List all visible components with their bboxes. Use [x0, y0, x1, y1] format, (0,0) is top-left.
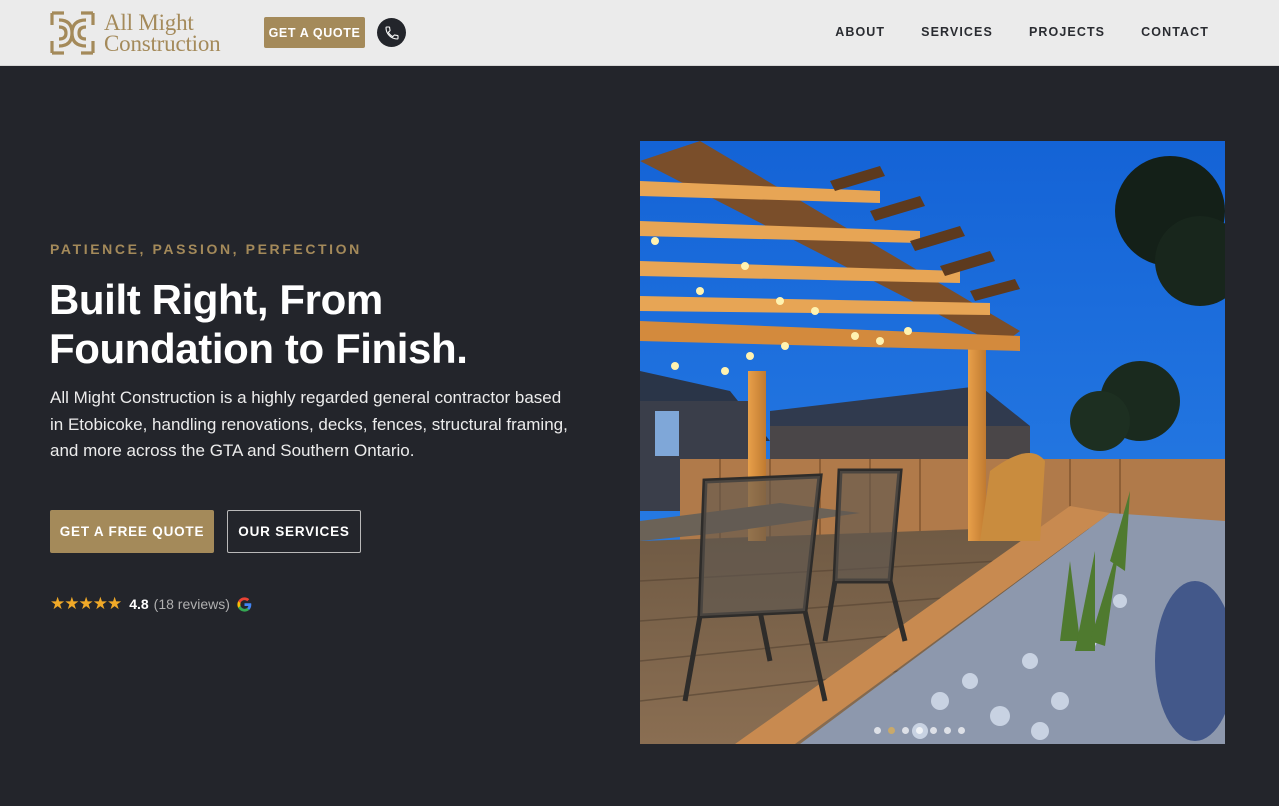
- headline-line-2: Foundation to Finish.: [49, 325, 468, 372]
- slider-dot[interactable]: [944, 727, 951, 734]
- our-services-button[interactable]: OUR SERVICES: [227, 510, 361, 553]
- phone-button[interactable]: [377, 18, 406, 47]
- site-header: All Might Construction GET A QUOTE ABOUT…: [0, 0, 1279, 66]
- pergola-deck-photo: [640, 141, 1225, 744]
- review-count: (18 reviews): [153, 596, 230, 612]
- hero-headline: Built Right, From Foundation to Finish.: [49, 275, 569, 373]
- phone-icon: [384, 25, 399, 40]
- google-rating[interactable]: ★★★★★ 4.8 (18 reviews): [50, 594, 253, 614]
- google-icon: [237, 596, 252, 612]
- hero-description: All Might Construction is a highly regar…: [50, 388, 568, 460]
- logo-line-1: All Might: [104, 10, 194, 35]
- hero-slider-image[interactable]: [640, 141, 1225, 744]
- nav-services[interactable]: SERVICES: [921, 25, 993, 39]
- nav-projects[interactable]: PROJECTS: [1029, 25, 1105, 39]
- logo[interactable]: All Might Construction: [50, 10, 221, 56]
- header-get-quote-button[interactable]: GET A QUOTE: [264, 17, 365, 48]
- get-free-quote-button[interactable]: GET A FREE QUOTE: [50, 510, 214, 553]
- hero-tagline: PATIENCE, PASSION, PERFECTION: [50, 241, 362, 257]
- slider-dot[interactable]: [874, 727, 881, 734]
- slider-dots: [874, 727, 972, 734]
- slider-dot[interactable]: [916, 727, 923, 734]
- nav-about[interactable]: ABOUT: [835, 25, 885, 39]
- logo-text: All Might Construction: [104, 10, 221, 56]
- logo-line-2: Construction: [104, 31, 221, 56]
- slider-dot[interactable]: [930, 727, 937, 734]
- headline-line-1: Built Right, From: [49, 276, 383, 323]
- logo-mark-icon: [50, 11, 95, 55]
- star-rating-icon: ★★★★★: [50, 594, 122, 613]
- rating-value: 4.8: [129, 596, 149, 612]
- slider-dot[interactable]: [958, 727, 965, 734]
- main-nav: ABOUT SERVICES PROJECTS CONTACT: [799, 25, 1209, 39]
- nav-contact[interactable]: CONTACT: [1141, 25, 1209, 39]
- slider-dot[interactable]: [902, 727, 909, 734]
- slider-dot-active[interactable]: [888, 727, 895, 734]
